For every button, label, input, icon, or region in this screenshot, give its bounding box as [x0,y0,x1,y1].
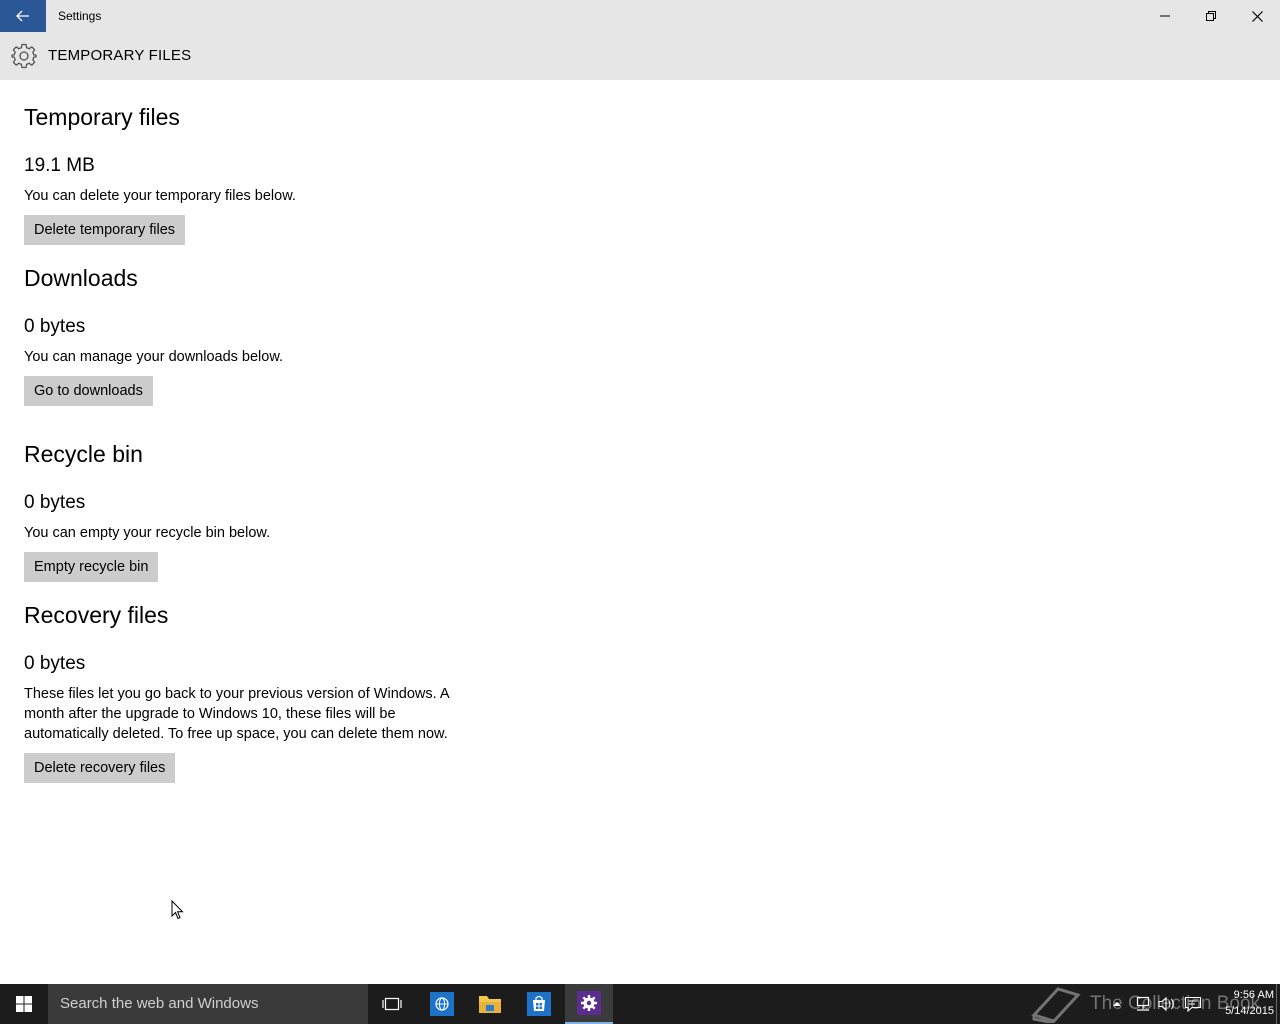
taskbar: Search the web and Windows The Collectio… [0,984,1280,1024]
section-title: Recovery files [24,602,169,628]
section-description: These files let you go back to your prev… [24,686,449,742]
windows-logo-icon [16,996,32,1012]
settings-window: Settings TEMPORARY FILES Temporary files… [0,0,1280,984]
task-view-icon [382,997,402,1011]
back-button[interactable] [0,0,46,32]
clock[interactable]: 9:56 AM 5/14/2015 [1208,987,1274,1019]
minimize-button[interactable] [1142,0,1188,32]
restore-icon [1206,11,1216,21]
show-desktop-button[interactable] [1276,984,1277,1024]
gear-icon [11,43,37,69]
minimize-icon [1160,15,1170,17]
clock-date: 5/14/2015 [1225,1005,1274,1017]
section-title: Temporary files [24,104,180,130]
section-description: You can empty your recycle bin below. [24,525,271,541]
section-title: Downloads [24,265,138,291]
size-value: 0 bytes [24,316,86,337]
window-title: Settings [58,9,102,23]
browser-globe-icon [430,992,454,1016]
settings-taskbar-button[interactable] [565,984,613,1024]
search-placeholder: Search the web and Windows [60,995,259,1012]
action-center-button[interactable] [1182,984,1204,1024]
notification-icon [1184,996,1202,1012]
mouse-cursor-icon [171,900,184,920]
section-description: You can manage your downloads below. [24,349,284,365]
page-header: TEMPORARY FILES [0,32,1280,80]
delete-temporary-files-button[interactable]: Delete temporary files [24,215,186,245]
empty-recycle-bin-button[interactable]: Empty recycle bin [24,552,159,582]
close-icon [1251,10,1263,22]
volume-tray-button[interactable] [1156,984,1178,1024]
task-view-button[interactable] [368,984,416,1024]
go-to-downloads-button[interactable]: Go to downloads [24,376,153,406]
search-input[interactable]: Search the web and Windows [48,984,368,1024]
section-description: You can delete your temporary files belo… [24,188,296,204]
chevron-up-icon [1113,1002,1121,1006]
delete-recovery-files-button[interactable]: Delete recovery files [24,753,176,783]
network-icon [1136,996,1150,1011]
page-title: TEMPORARY FILES [48,47,192,64]
browser-taskbar-button[interactable] [418,984,466,1024]
close-button[interactable] [1234,0,1280,32]
size-value: 19.1 MB [24,155,95,176]
book-logo-icon [1031,987,1081,1023]
clock-time: 9:56 AM [1233,989,1274,1001]
restore-button[interactable] [1188,0,1234,32]
show-hidden-icons-button[interactable] [1110,984,1124,1024]
store-bag-icon [527,992,551,1016]
settings-gear-icon [577,991,601,1015]
folder-icon [479,996,501,1013]
start-button[interactable] [0,984,48,1024]
store-taskbar-button[interactable] [515,984,563,1024]
size-value: 0 bytes [24,492,86,513]
file-explorer-taskbar-button[interactable] [466,984,514,1024]
title-bar: Settings [0,0,1280,32]
section-title: Recycle bin [24,441,143,467]
back-arrow-icon [16,10,29,22]
network-tray-button[interactable] [1132,984,1154,1024]
size-value: 0 bytes [24,653,86,674]
speaker-icon [1158,996,1174,1012]
